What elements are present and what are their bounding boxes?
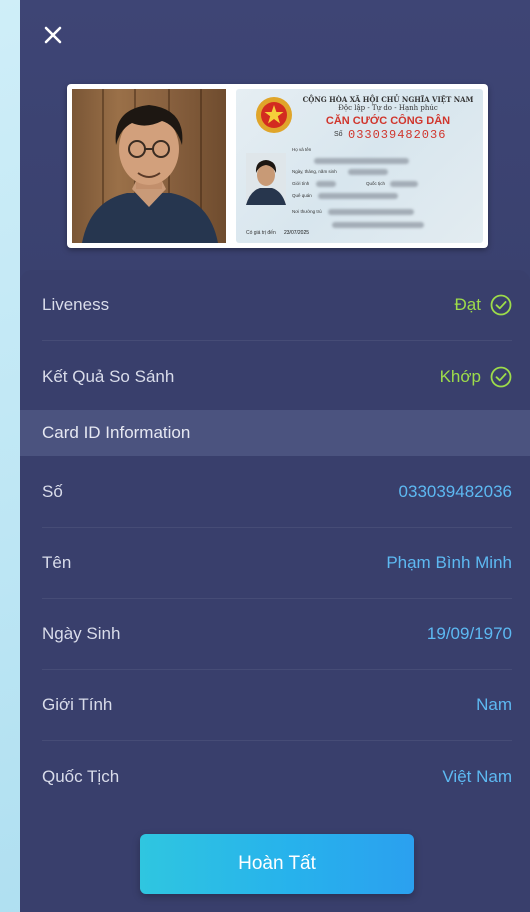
section-header-card-info: Card ID Information (20, 410, 530, 456)
info-label: Tên (42, 553, 72, 572)
check-circle-icon (490, 294, 512, 316)
card-field-nationality-label: Quốc tịch (366, 181, 386, 186)
info-label: Quốc Tịch (42, 766, 120, 786)
close-button[interactable] (40, 22, 66, 48)
card-field-name-label: Họ và tên (292, 147, 312, 152)
card-header-line1: CỘNG HÒA XÃ HỘI CHỦ NGHĨA VIỆT NAM (302, 95, 474, 104)
check-circle-icon (490, 366, 512, 387)
info-row-sex: Giới Tính Nam (42, 670, 512, 741)
finish-button-label: Hoàn Tất (238, 853, 316, 874)
check-label: Liveness (42, 295, 110, 314)
finish-button[interactable]: Hoàn Tất (140, 834, 414, 894)
card-field-sex-label: Giới tính (292, 181, 310, 186)
info-value: Việt Nam (442, 766, 512, 786)
card-expiry-label: Có giá trị đến (246, 230, 276, 236)
check-value: Khớp (439, 366, 481, 386)
card-header-line2: Độc lập - Tự do - Hạnh phúc (338, 104, 438, 112)
check-status: Khớp (440, 366, 512, 388)
section-title: Card ID Information (42, 423, 191, 442)
info-label: Ngày Sinh (42, 624, 121, 643)
card-field-residence-label: Nơi thường trú (292, 209, 322, 214)
info-row-name: Tên Phạm Bình Minh (42, 528, 512, 599)
verification-result-screen: CỘNG HÒA XÃ HỘI CHỦ NGHĨA VIỆT NAM Độc l… (20, 0, 530, 912)
check-row-comparison: Kết Quả So Sánh Khớp (42, 341, 512, 412)
card-portrait (246, 153, 286, 205)
close-icon (44, 26, 62, 44)
info-row-number: Số 033039482036 (42, 457, 512, 528)
card-field-dob-label: Ngày, tháng, năm sinh (292, 169, 337, 174)
info-value: 033039482036 (398, 482, 512, 501)
info-row-nationality: Quốc Tịch Việt Nam (42, 741, 512, 812)
info-label: Giới Tính (42, 695, 113, 714)
captured-images: CỘNG HÒA XÃ HỘI CHỦ NGHĨA VIỆT NAM Độc l… (67, 84, 488, 248)
info-value: Phạm Bình Minh (386, 553, 512, 572)
info-row-dob: Ngày Sinh 19/09/1970 (42, 599, 512, 670)
national-emblem-icon (256, 97, 292, 133)
card-expiry: 23/07/2025 (284, 230, 310, 236)
check-status: Đạt (455, 294, 512, 316)
check-row-liveness: Liveness Đạt (42, 270, 512, 341)
selfie-photo (72, 89, 226, 243)
card-number: 033039482036 (348, 128, 447, 142)
info-value: 19/09/1970 (426, 624, 512, 643)
info-label: Số (42, 482, 63, 501)
check-value: Đạt (454, 295, 481, 314)
id-card-image: CỘNG HÒA XÃ HỘI CHỦ NGHĨA VIỆT NAM Độc l… (236, 89, 483, 243)
info-value: Nam (476, 695, 512, 714)
card-field-hometown-label: Quê quán (292, 193, 312, 198)
result-panel: Liveness Đạt Kết Quả So Sánh Khớp Card I… (20, 270, 530, 912)
card-title: CĂN CƯỚC CÔNG DÂN (325, 115, 451, 127)
check-label: Kết Quả So Sánh (42, 366, 175, 386)
card-number-label: Số (334, 131, 343, 138)
